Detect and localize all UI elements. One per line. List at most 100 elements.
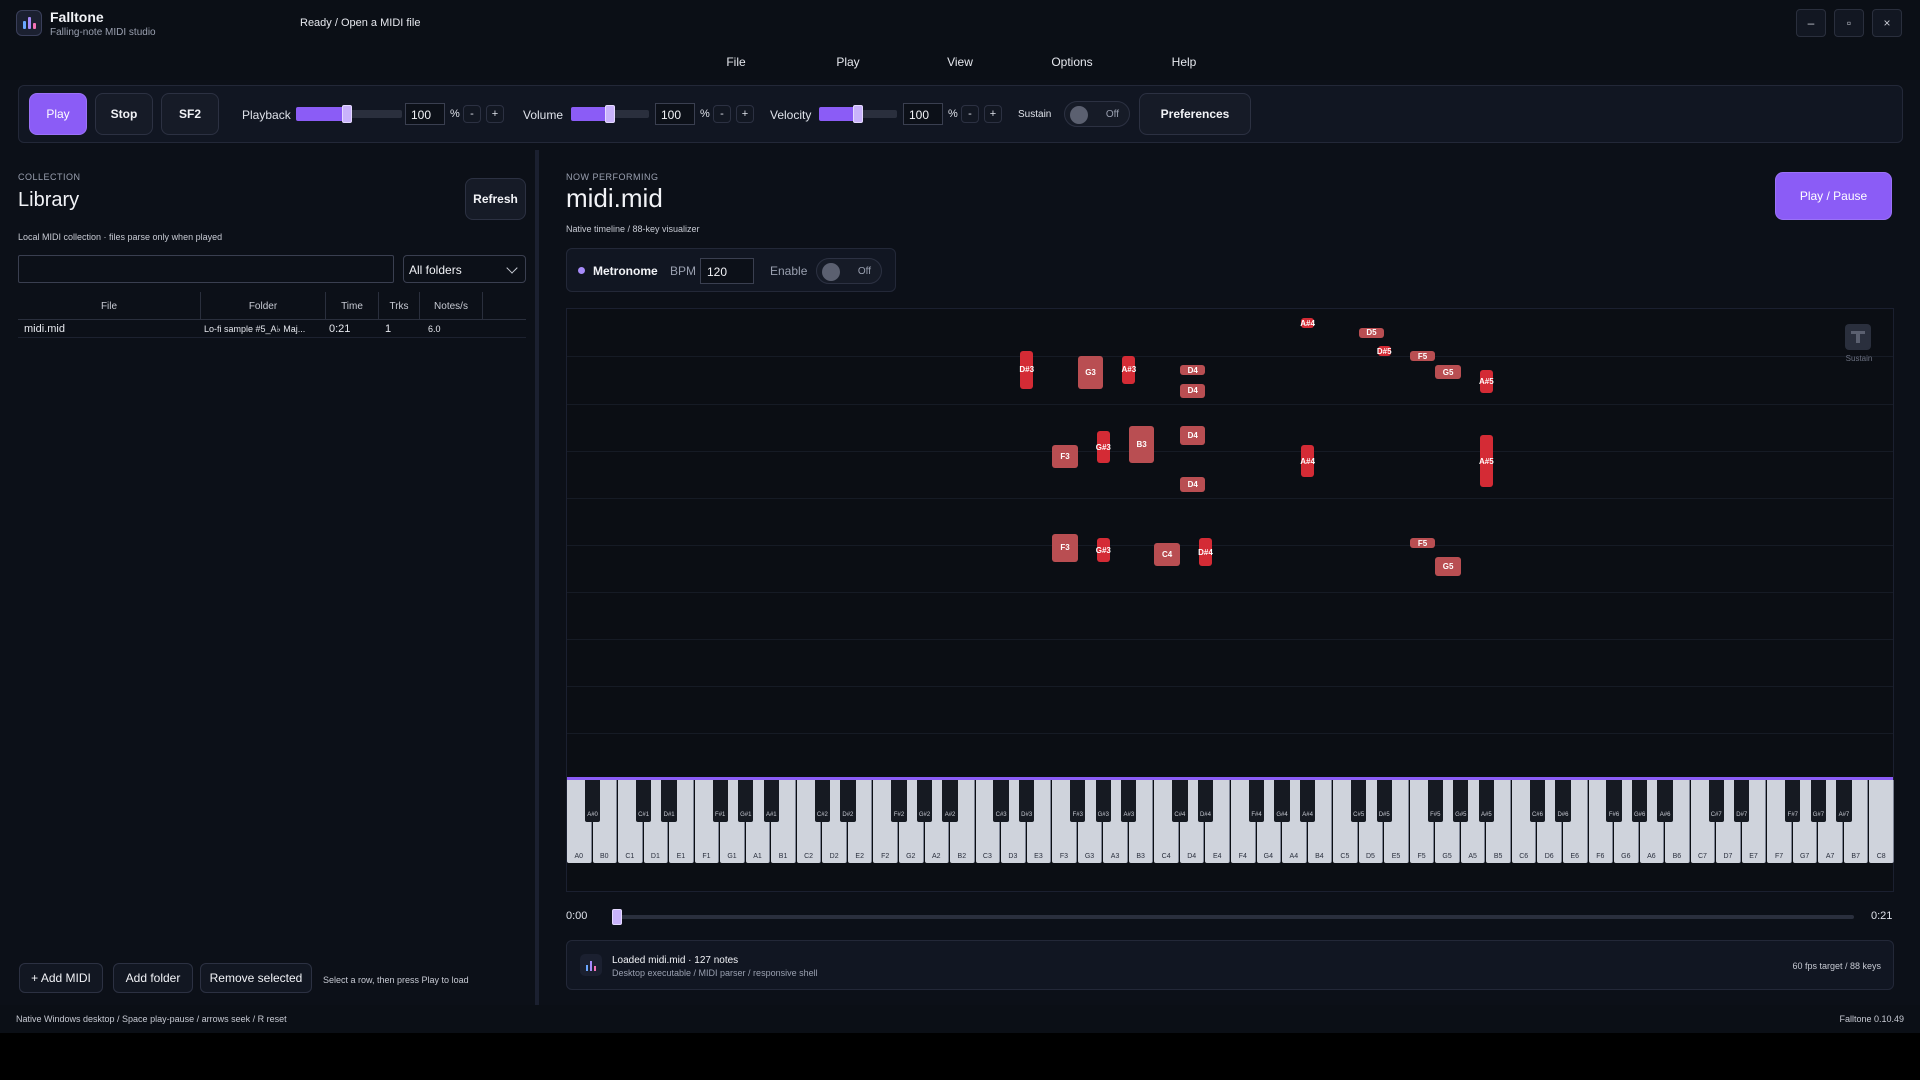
table-row[interactable]: midi.mid Lo-fi sample #5_A♭ Maj... 0:21 … [18,320,526,338]
piano-key-fs6[interactable]: F#6 [1606,780,1622,822]
piano-key-fs7[interactable]: F#7 [1785,780,1801,822]
piano-key-gs2[interactable]: G#2 [916,780,933,822]
row-file: midi.mid [24,323,65,335]
piano-key-as6[interactable]: A#6 [1657,780,1673,822]
velocity-decrease-button[interactable]: - [961,105,979,123]
piano-key-gs1[interactable]: G#1 [738,780,754,822]
piano-key-as1[interactable]: A#1 [763,780,779,822]
piano-key-ds5[interactable]: D#5 [1376,780,1392,822]
add-folder-button[interactable]: Add folder [113,963,193,993]
library-eyebrow: COLLECTION [18,172,81,182]
column-notes-per-sec[interactable]: Notes/s [420,292,483,320]
volume-increase-button[interactable]: + [736,105,754,123]
piano-key-c8[interactable]: C8 [1869,780,1894,863]
time-start: 0:00 [566,910,588,922]
menu-help[interactable]: Help [1172,55,1197,69]
maximize-button[interactable]: ▫ [1834,9,1864,37]
piano-key-ds1[interactable]: D#1 [661,780,677,822]
piano-key-gs3[interactable]: G#3 [1095,780,1111,822]
library-search-input[interactable] [18,255,394,283]
menu-play[interactable]: Play [836,55,859,69]
velocity-slider[interactable] [819,105,897,123]
row-notes: 6.0 [428,324,441,334]
piano-key-cs2[interactable]: C#2 [814,780,831,822]
seek-bar[interactable] [612,909,1854,925]
fps-text: 60 fps target / 88 keys [1792,961,1881,971]
playback-increase-button[interactable]: + [486,105,504,123]
falling-note: G#3 [1096,538,1111,562]
velocity-increase-button[interactable]: + [984,105,1002,123]
piano-key-as5[interactable]: A#5 [1478,780,1495,822]
piano-key-gs5[interactable]: G#5 [1453,780,1469,822]
piano-key-cs7[interactable]: C#7 [1708,780,1724,822]
sustain-toggle[interactable]: Off [1064,101,1130,127]
column-folder[interactable]: Folder [201,292,326,320]
stop-button[interactable]: Stop [95,93,153,135]
falling-note: G3 [1077,355,1104,389]
piano-key-cs5[interactable]: C#5 [1351,780,1367,822]
remove-selected-button[interactable]: Remove selected [200,963,312,993]
menu-options[interactable]: Options [1051,55,1092,69]
sf2-button[interactable]: SF2 [161,93,219,135]
piano-key-cs4[interactable]: C#4 [1172,780,1188,822]
piano-key-fs4[interactable]: F#4 [1248,780,1265,822]
refresh-button[interactable]: Refresh [465,178,526,220]
piano-key-cs3[interactable]: C#3 [993,780,1009,822]
now-title: midi.mid [566,183,663,213]
enable-label: Enable [770,264,808,278]
velocity-unit: % [948,108,958,120]
metronome-toggle[interactable]: Off [816,258,882,284]
menu-bar: File Play View Options Help [0,46,1920,80]
piano-key-gs6[interactable]: G#6 [1631,780,1648,822]
falling-note: B3 [1128,426,1155,464]
bottom-bar [0,1033,1920,1080]
time-end: 0:21 [1871,910,1893,922]
menu-file[interactable]: File [726,55,745,69]
panel-splitter[interactable] [535,150,539,1005]
piano-key-as4[interactable]: A#4 [1299,780,1316,822]
playback-value-input[interactable]: 100 [405,103,445,125]
piano-key-fs5[interactable]: F#5 [1427,780,1443,822]
piano-key-ds4[interactable]: D#4 [1197,780,1214,822]
menu-view[interactable]: View [947,55,973,69]
column-time[interactable]: Time [326,292,379,320]
piano-key-as2[interactable]: A#2 [942,780,958,822]
play-pause-button[interactable]: Play / Pause [1775,172,1892,220]
piano-key-as7[interactable]: A#7 [1836,780,1852,822]
piano-key-ds6[interactable]: D#6 [1555,780,1571,822]
piano-key-gs4[interactable]: G#4 [1274,780,1290,822]
piano-key-gs7[interactable]: G#7 [1810,780,1827,822]
minimize-button[interactable]: – [1796,9,1826,37]
volume-value-input[interactable]: 100 [655,103,695,125]
piano-key-cs6[interactable]: C#6 [1529,780,1546,822]
volume-slider[interactable] [571,105,649,123]
falling-note: D5 [1358,327,1385,338]
play-button[interactable]: Play [29,93,87,135]
seek-thumb[interactable] [612,909,622,925]
piano-key-cs1[interactable]: C#1 [635,780,652,822]
playback-slider[interactable] [296,105,402,123]
piano-key-ds7[interactable]: D#7 [1734,780,1750,822]
add-midi-button[interactable]: + Add MIDI [19,963,103,993]
piano-key-fs2[interactable]: F#2 [891,780,907,822]
falling-note: F5 [1409,351,1436,362]
volume-decrease-button[interactable]: - [713,105,731,123]
velocity-value-input[interactable]: 100 [903,103,943,125]
column-tracks[interactable]: Trks [379,292,420,320]
folder-select[interactable]: All folders [403,255,526,283]
close-button[interactable]: × [1872,9,1902,37]
piano-key-fs3[interactable]: F#3 [1070,780,1086,822]
app-logo-icon [16,10,42,36]
velocity-label: Velocity [770,108,812,122]
library-description: Local MIDI collection · files parse only… [18,232,223,242]
column-file[interactable]: File [18,292,201,320]
preferences-button[interactable]: Preferences [1139,93,1251,135]
load-status-card: Loaded midi.mid · 127 notes Desktop exec… [566,940,1894,990]
piano-key-as0[interactable]: A#0 [584,780,601,822]
bpm-input[interactable]: 120 [700,258,754,284]
piano-key-ds2[interactable]: D#2 [840,780,856,822]
piano-key-fs1[interactable]: F#1 [712,780,728,822]
piano-key-as3[interactable]: A#3 [1121,780,1137,822]
playback-decrease-button[interactable]: - [463,105,481,123]
piano-key-ds3[interactable]: D#3 [1019,780,1035,822]
